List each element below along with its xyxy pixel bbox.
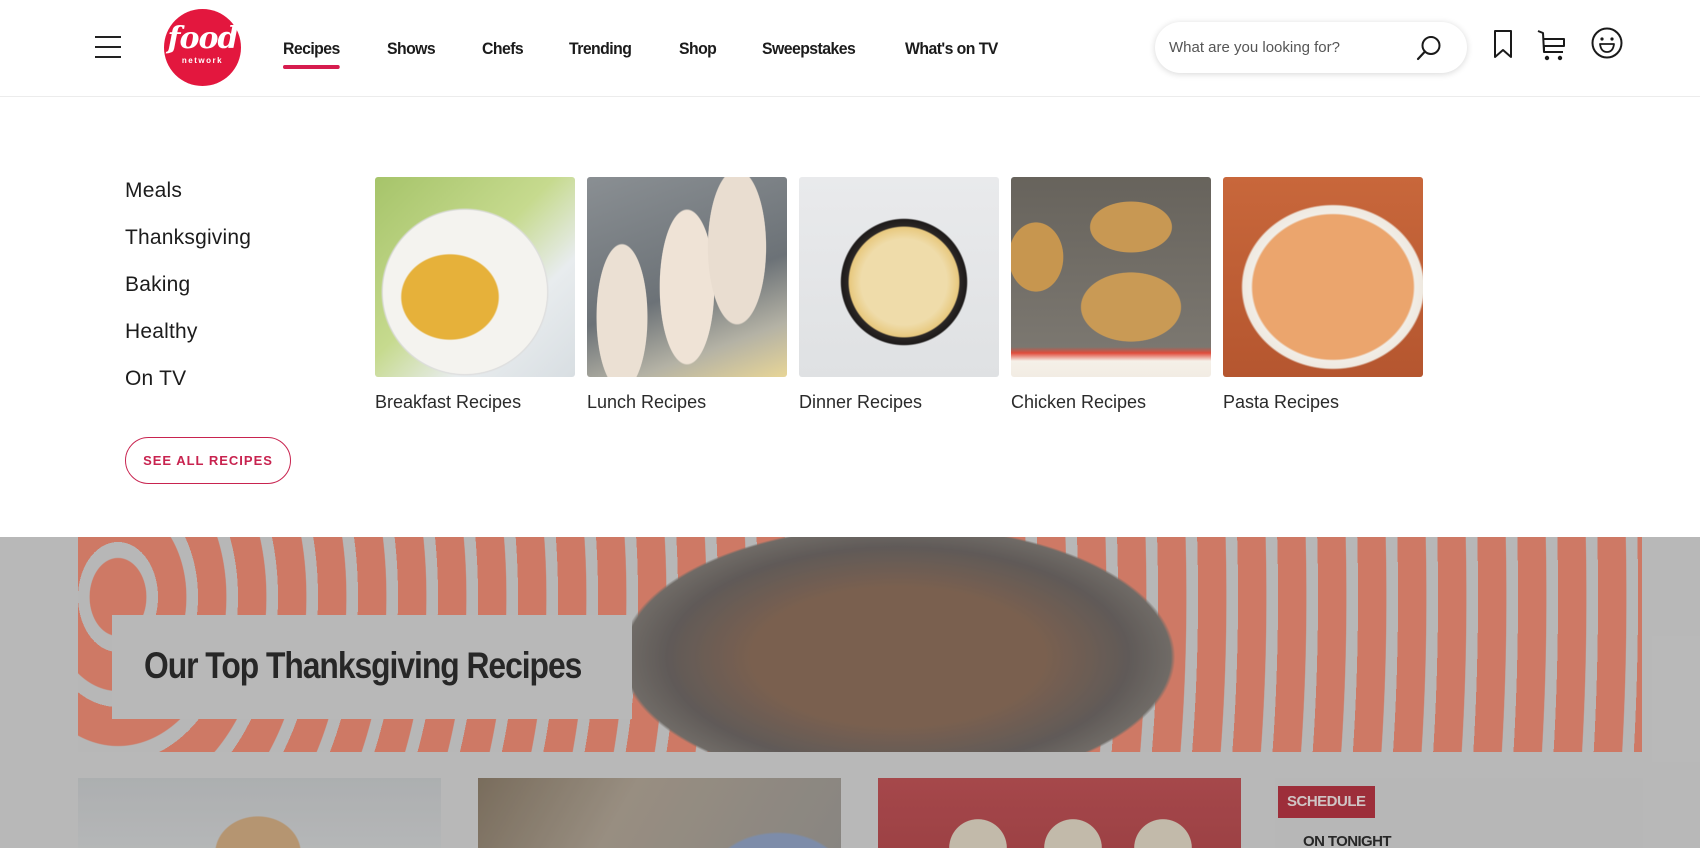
schedule-badge[interactable]: SCHEDULE	[1278, 786, 1375, 818]
search-box	[1155, 22, 1467, 73]
recipe-tiles: Breakfast Recipes Lunch Recipes Dinner R…	[375, 177, 1435, 413]
feature-card-3[interactable]	[878, 778, 1241, 848]
feature-card-1[interactable]	[78, 778, 441, 848]
category-baking[interactable]: Baking	[125, 271, 251, 318]
nav-whats-on-tv[interactable]: What's on TV	[905, 39, 998, 59]
site-header: food network Recipes Shows Chefs Trendin…	[0, 0, 1700, 97]
tile-label: Breakfast Recipes	[375, 392, 522, 412]
feature-card-2[interactable]	[478, 778, 841, 848]
thanksgiving-banner[interactable]: Our Top Thanksgiving Recipes	[78, 537, 1642, 752]
category-list: Meals Thanksgiving Baking Healthy On TV	[125, 177, 251, 412]
nav-recipes[interactable]: Recipes	[283, 39, 340, 69]
search-icon[interactable]	[1415, 34, 1443, 62]
see-all-recipes-button[interactable]: SEE ALL RECIPES	[125, 437, 291, 484]
cart-icon[interactable]	[1536, 28, 1568, 64]
nav-shop[interactable]: Shop	[679, 39, 717, 59]
nav-trending[interactable]: Trending	[569, 39, 632, 59]
lunch-image	[587, 177, 787, 377]
logo-word: food	[167, 21, 239, 56]
tile-breakfast[interactable]: Breakfast Recipes	[375, 177, 575, 413]
tile-label: Pasta Recipes	[1223, 392, 1340, 412]
on-tonight-heading: ON TONIGHT	[1303, 833, 1391, 848]
page: food network Recipes Shows Chefs Trendin…	[0, 0, 1700, 848]
menu-icon[interactable]	[95, 36, 121, 58]
banner-title-box: Our Top Thanksgiving Recipes	[112, 615, 632, 719]
recipes-mega-menu: Meals Thanksgiving Baking Healthy On TV …	[0, 97, 1700, 537]
logo-sub: network	[181, 56, 224, 65]
tile-label: Chicken Recipes	[1011, 392, 1147, 412]
main-nav: Recipes Shows Chefs Trending Shop Sweeps…	[283, 0, 1048, 97]
schedule-panel: SCHEDULE ON TONIGHT	[1275, 778, 1643, 848]
tile-lunch[interactable]: Lunch Recipes	[587, 177, 787, 413]
dinner-image	[799, 177, 999, 377]
category-thanksgiving[interactable]: Thanksgiving	[125, 224, 251, 271]
search-input[interactable]	[1169, 22, 1409, 73]
nav-sweepstakes[interactable]: Sweepstakes	[762, 39, 856, 59]
tile-label: Dinner Recipes	[799, 392, 923, 412]
chicken-image	[1011, 177, 1211, 377]
pasta-image	[1223, 177, 1423, 377]
category-healthy[interactable]: Healthy	[125, 318, 251, 365]
profile-smiley-icon[interactable]	[1590, 26, 1623, 62]
nav-shows[interactable]: Shows	[387, 39, 436, 59]
nav-chefs[interactable]: Chefs	[482, 39, 524, 59]
breakfast-image	[375, 177, 575, 377]
tile-label: Lunch Recipes	[587, 392, 707, 412]
tile-chicken[interactable]: Chicken Recipes	[1011, 177, 1211, 413]
tile-pasta[interactable]: Pasta Recipes	[1223, 177, 1423, 413]
bookmark-icon[interactable]	[1490, 28, 1522, 64]
tile-dinner[interactable]: Dinner Recipes	[799, 177, 999, 413]
category-meals[interactable]: Meals	[125, 177, 251, 224]
food-network-logo[interactable]: food network	[164, 9, 241, 86]
category-on-tv[interactable]: On TV	[125, 365, 251, 412]
banner-title: Our Top Thanksgiving Recipes	[144, 645, 582, 686]
